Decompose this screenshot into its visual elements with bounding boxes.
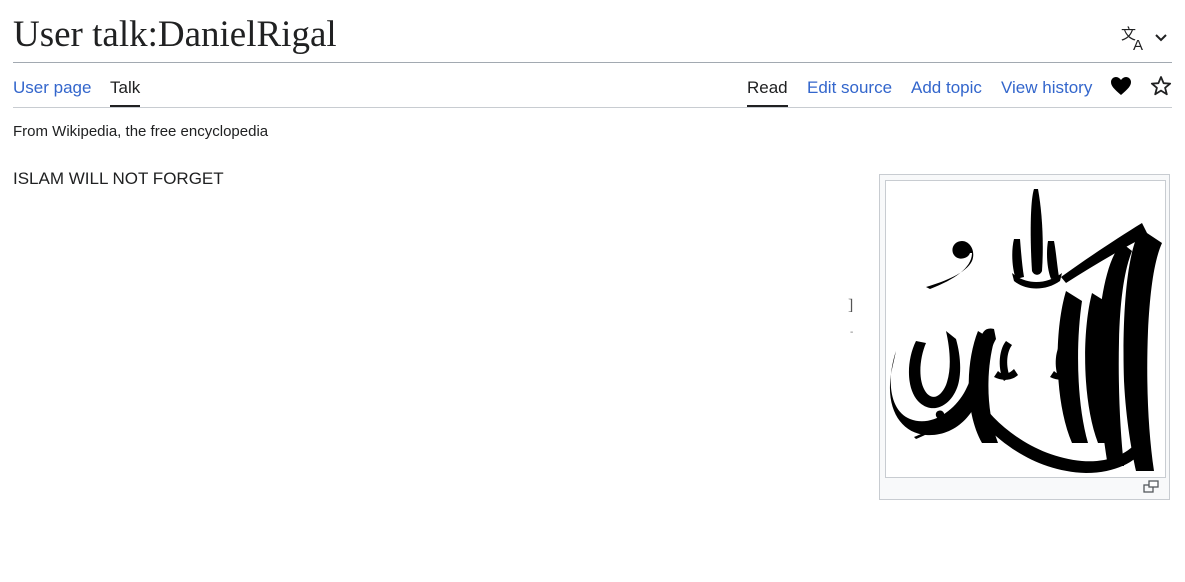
stray-dash: - <box>850 327 854 338</box>
tab-add-topic[interactable]: Add topic <box>911 78 982 105</box>
calligraphy-image-graphic <box>889 189 1162 473</box>
tab-talk[interactable]: Talk <box>110 78 141 107</box>
star-icon <box>1150 76 1172 96</box>
language-icon: 文 A <box>1121 25 1143 51</box>
tab-edit-source[interactable]: Edit source <box>807 78 892 105</box>
title-divider <box>13 62 1172 63</box>
content-text: ISLAM WILL NOT FORGET <box>13 169 224 188</box>
tab-user-page[interactable]: User page <box>13 78 91 105</box>
heart-button[interactable] <box>1109 74 1133 98</box>
calligraphy-image[interactable] <box>885 180 1166 478</box>
chevron-down-icon <box>1155 34 1167 42</box>
language-button[interactable]: 文 A <box>1120 24 1176 52</box>
svg-text:A: A <box>1133 37 1143 51</box>
heart-icon <box>1111 77 1131 95</box>
image-thumbnail <box>879 174 1170 500</box>
watch-star-button[interactable] <box>1149 74 1173 98</box>
tab-read[interactable]: Read <box>747 78 788 107</box>
tabs-divider <box>13 107 1172 108</box>
magnify-icon[interactable] <box>1143 480 1159 494</box>
site-tagline: From Wikipedia, the free encyclopedia <box>13 123 269 140</box>
tab-view-history[interactable]: View history <box>1001 78 1092 105</box>
stray-bracket: ] <box>848 297 854 314</box>
page-title: User talk:DanielRigal <box>13 14 337 55</box>
